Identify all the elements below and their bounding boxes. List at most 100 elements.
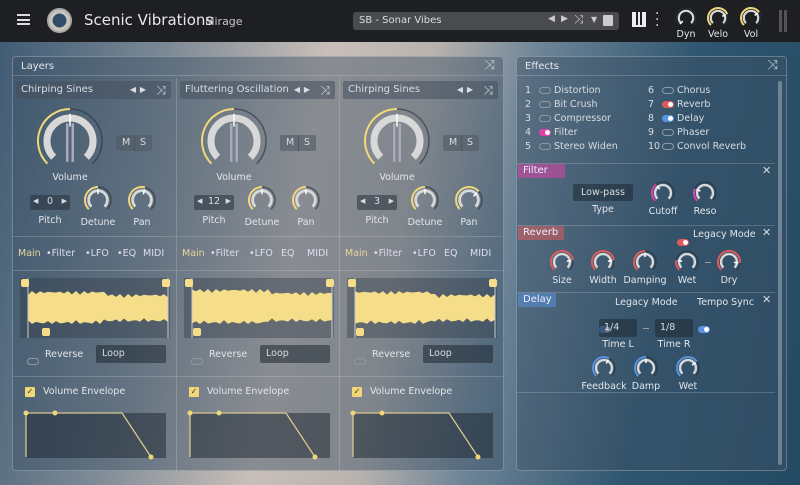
effect-toggle[interactable] [662, 101, 674, 108]
next-preset-icon[interactable]: ▶ [561, 14, 568, 24]
effect-toggle[interactable] [662, 115, 674, 122]
pitch-stepper[interactable]: ◀ 3 ▶ [357, 195, 397, 210]
time-l-input[interactable]: 1/4 [599, 319, 637, 337]
effect-item-filter[interactable]: 4 Filter [525, 127, 578, 138]
volume-knob[interactable] [199, 106, 269, 176]
effect-item-delay[interactable]: 8 Delay [648, 113, 704, 124]
effect-item-compressor[interactable]: 3 Compressor [525, 113, 611, 124]
header-knob-vol[interactable] [738, 5, 764, 31]
shuffle-icon[interactable]: ⤨ [574, 12, 584, 27]
loop-select[interactable]: Loop [260, 345, 330, 363]
tab-midi[interactable]: MIDI [470, 248, 491, 259]
solo-button[interactable]: S [467, 137, 473, 148]
filter-cutoff-knob[interactable] [649, 179, 677, 207]
shuffle-icon[interactable]: ⤨ [483, 81, 493, 99]
effect-item-reverb[interactable]: 7 Reverb [648, 99, 710, 110]
effect-toggle[interactable] [539, 101, 551, 108]
tab-filter[interactable]: •Filter [373, 248, 402, 259]
volume-envelope-graph[interactable] [350, 408, 495, 460]
effects-scrollbar[interactable] [778, 81, 782, 465]
delay-close-icon[interactable]: ✕ [762, 293, 771, 306]
effect-toggle[interactable] [539, 129, 551, 136]
effect-toggle[interactable] [539, 87, 551, 94]
envelope-checkbox[interactable]: ✓ [25, 387, 35, 397]
waveform[interactable] [20, 278, 170, 338]
waveform[interactable] [347, 278, 497, 338]
shuffle-icon[interactable]: ⤨ [156, 81, 166, 99]
effect-toggle[interactable] [539, 143, 551, 150]
volume-knob[interactable] [362, 106, 432, 176]
reverb-size-knob[interactable] [548, 248, 576, 276]
waveform[interactable] [184, 278, 334, 338]
effect-item-convol-reverb[interactable]: 10 Convol Reverb [648, 141, 746, 152]
filter-type-select[interactable]: Low-pass [573, 184, 633, 201]
pitch-stepper[interactable]: ◀ 12 ▶ [194, 195, 234, 210]
layer-name[interactable]: Chirping Sines [348, 84, 420, 95]
volume-envelope-graph[interactable] [187, 408, 332, 460]
effect-toggle[interactable] [662, 129, 674, 136]
pitch-stepper[interactable]: ◀ 0 ▶ [30, 195, 70, 210]
reverse-toggle[interactable] [191, 358, 203, 365]
filter-close-icon[interactable]: ✕ [762, 164, 771, 177]
mute-button[interactable]: M [449, 137, 457, 148]
tab-main[interactable]: Main [18, 248, 41, 259]
layer-name[interactable]: Chirping Sines [21, 84, 93, 95]
solo-button[interactable]: S [304, 137, 310, 148]
keyboard-icon[interactable] [632, 12, 646, 27]
header-knob-velo[interactable] [705, 5, 731, 31]
solo-button[interactable]: S [140, 137, 146, 148]
header-knob-dyn[interactable] [673, 5, 699, 31]
prev-icon[interactable]: ◀ [130, 81, 136, 99]
reverb-wet-knob[interactable] [673, 248, 701, 276]
effect-toggle[interactable] [662, 143, 674, 150]
detune-knob[interactable] [246, 184, 278, 216]
delay-feedback-knob[interactable] [590, 354, 618, 382]
detune-knob[interactable] [82, 184, 114, 216]
tab-main[interactable]: Main [182, 248, 205, 259]
tab-eq[interactable]: EQ [444, 248, 457, 259]
reverb-close-icon[interactable]: ✕ [762, 226, 771, 239]
delay-damp-knob[interactable] [632, 354, 660, 382]
preset-selector[interactable]: SB - Sonar Vibes ◀ ▶ ⤨ ▼ [353, 12, 619, 30]
tab-lfo[interactable]: •LFO [85, 248, 109, 259]
save-icon[interactable] [603, 15, 613, 26]
pan-knob[interactable] [290, 184, 322, 216]
mute-button[interactable]: M [122, 137, 130, 148]
tab-midi[interactable]: MIDI [307, 248, 328, 259]
volume-envelope-graph[interactable] [23, 408, 168, 460]
loop-select[interactable]: Loop [423, 345, 493, 363]
next-icon[interactable]: ▶ [304, 81, 310, 99]
next-icon[interactable]: ▶ [467, 81, 473, 99]
tab-lfo[interactable]: •LFO [249, 248, 273, 259]
tab-eq[interactable]: •EQ [117, 248, 136, 259]
delay-wet-knob[interactable] [674, 354, 702, 382]
detune-knob[interactable] [409, 184, 441, 216]
reverse-toggle[interactable] [354, 358, 366, 365]
tab-main[interactable]: Main [345, 248, 368, 259]
prev-preset-icon[interactable]: ◀ [548, 14, 555, 24]
effect-item-bit-crush[interactable]: 2 Bit Crush [525, 99, 597, 110]
tab-filter[interactable]: •Filter [46, 248, 75, 259]
effect-toggle[interactable] [539, 115, 551, 122]
menu-icon[interactable] [17, 14, 30, 25]
layer-name[interactable]: Fluttering Oscillation [185, 84, 289, 95]
layers-shuffle-icon[interactable]: ⤨ [485, 58, 495, 73]
tempo-sync-toggle[interactable] [698, 326, 711, 333]
filter-reso-knob[interactable] [691, 179, 719, 207]
more-icon[interactable]: · · · [655, 7, 659, 33]
envelope-checkbox[interactable]: ✓ [189, 387, 199, 397]
tab-filter[interactable]: •Filter [210, 248, 239, 259]
effect-item-distortion[interactable]: 1 Distortion [525, 85, 601, 96]
mute-button[interactable]: M [286, 137, 294, 148]
tab-midi[interactable]: MIDI [143, 248, 164, 259]
prev-icon[interactable]: ◀ [294, 81, 300, 99]
effect-item-phaser[interactable]: 9 Phaser [648, 127, 709, 138]
reverb-legacy-toggle[interactable] [677, 239, 689, 246]
effect-item-chorus[interactable]: 6 Chorus [648, 85, 710, 96]
loop-select[interactable]: Loop [96, 345, 166, 363]
tab-eq[interactable]: EQ [281, 248, 294, 259]
effects-shuffle-icon[interactable]: ⤨ [768, 58, 778, 73]
dropdown-icon[interactable]: ▼ [591, 15, 597, 24]
shuffle-icon[interactable]: ⤨ [320, 81, 330, 99]
effect-item-stereo-widen[interactable]: 5 Stereo Widen [525, 141, 618, 152]
